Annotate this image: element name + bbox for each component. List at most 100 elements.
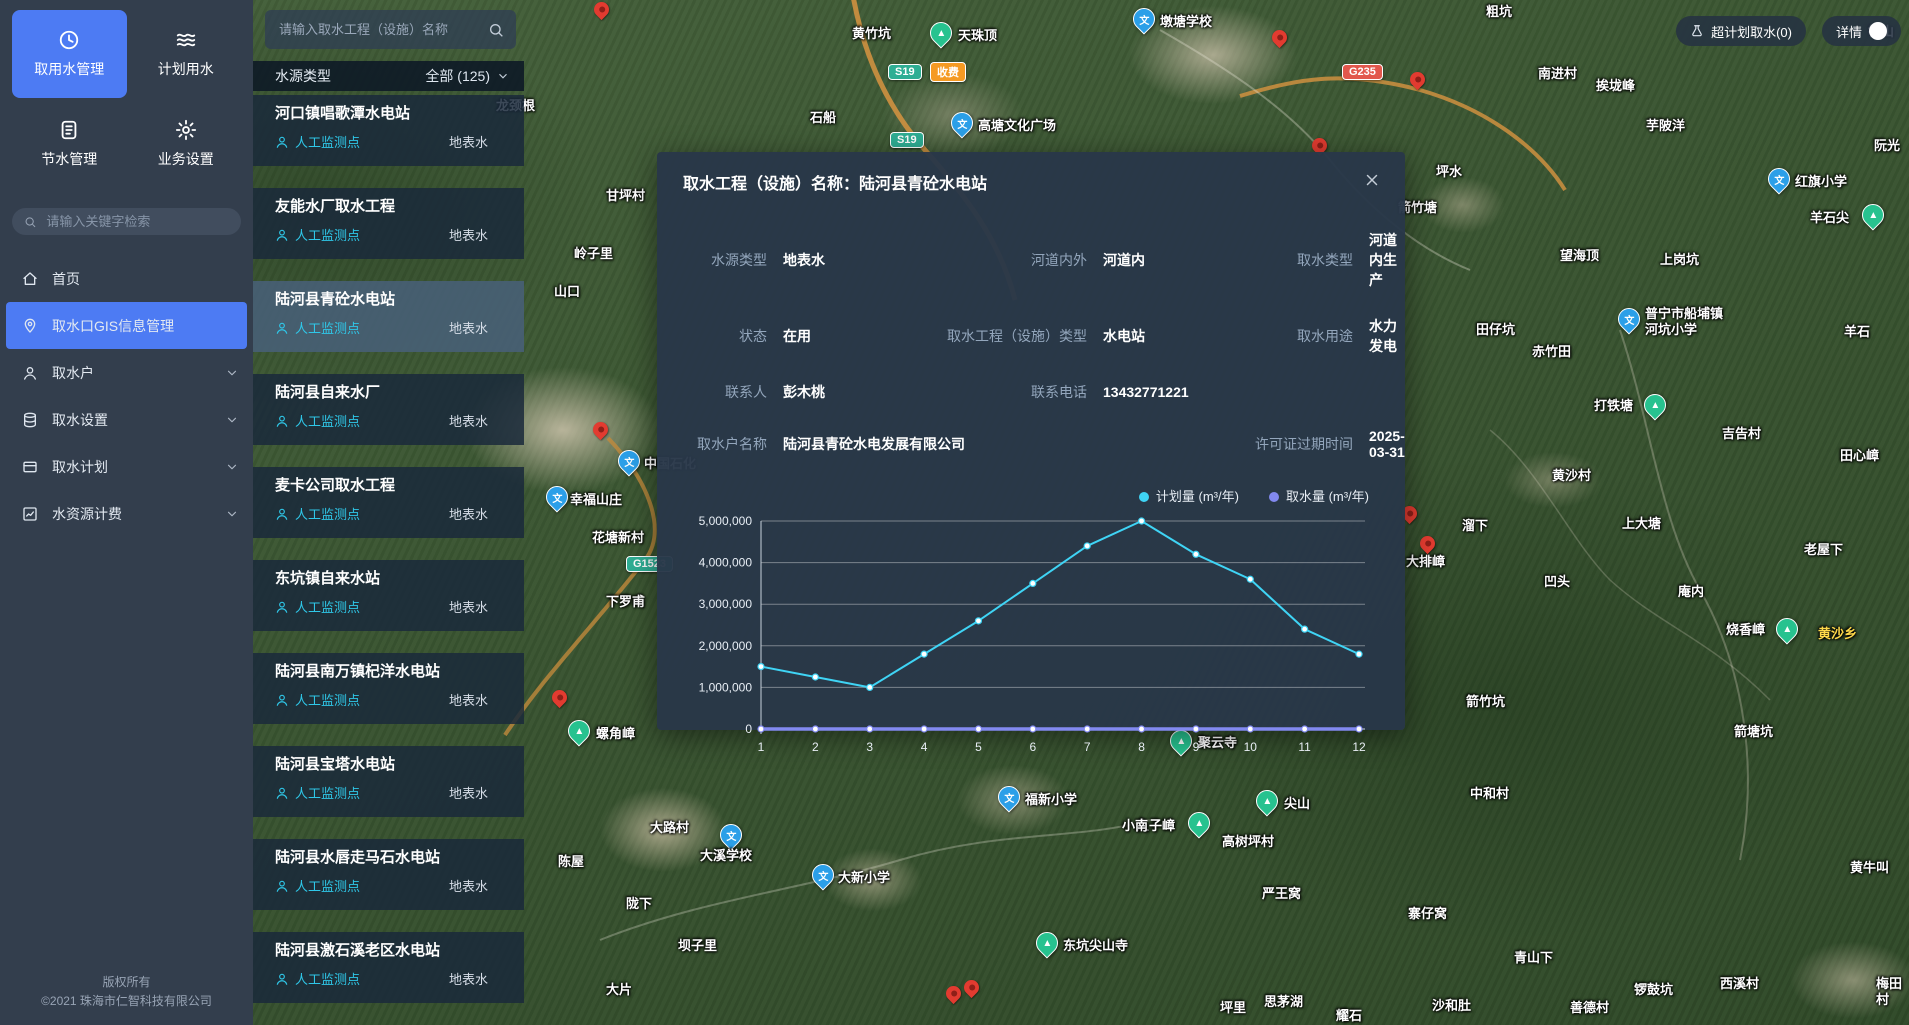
station-card[interactable]: 陆河县青砼水电站 人工监测点 地表水 bbox=[253, 281, 524, 352]
map-pin-red-icon[interactable] bbox=[549, 687, 570, 708]
chev-icon bbox=[225, 507, 239, 521]
user-icon bbox=[275, 414, 289, 428]
copyright: 版权所有 ©2021 珠海市仁智科技有限公司 bbox=[0, 973, 253, 1025]
user-icon bbox=[275, 972, 289, 986]
map-label: 大新小学 bbox=[838, 870, 890, 886]
map-marker-school-icon[interactable]: 文 bbox=[541, 481, 572, 512]
field-label: 取水户名称 bbox=[675, 434, 767, 454]
map-marker-scenic-icon[interactable]: ▲ bbox=[1183, 807, 1214, 838]
map-pin-red-icon[interactable] bbox=[591, 0, 612, 20]
user-icon bbox=[275, 321, 289, 335]
sidebar-item-取水计划[interactable]: 取水计划 bbox=[0, 443, 253, 490]
station-card[interactable]: 麦卡公司取水工程 人工监测点 地表水 bbox=[253, 467, 524, 538]
map-label: 大路村 bbox=[650, 820, 689, 836]
map-pin-red-icon[interactable] bbox=[1407, 69, 1428, 90]
map-marker-school-icon[interactable]: 文 bbox=[715, 819, 746, 850]
svg-text:4,000,000: 4,000,000 bbox=[699, 556, 753, 570]
over-plan-badge[interactable]: 超计划取水(0) bbox=[1676, 16, 1806, 46]
sidebar-item-首页[interactable]: 首页 bbox=[0, 255, 253, 302]
station-card[interactable]: 东坑镇自来水站 人工监测点 地表水 bbox=[253, 560, 524, 631]
water-source-type: 地表水 bbox=[449, 504, 488, 523]
sidebar-item-label: 取水口GIS信息管理 bbox=[52, 316, 239, 336]
map-label: 高塘文化广场 bbox=[978, 118, 1056, 134]
map-marker-scenic-icon[interactable]: ▲ bbox=[1031, 927, 1062, 958]
map-marker-scenic-icon[interactable]: ▲ bbox=[1639, 389, 1670, 420]
water-source-type: 地表水 bbox=[449, 318, 488, 337]
module-节水管理[interactable]: 节水管理 bbox=[12, 100, 127, 188]
modal-title: 取水工程（设施）名称：陆河县青砼水电站 bbox=[683, 170, 1363, 194]
close-icon[interactable] bbox=[1363, 171, 1385, 193]
road-badge: 收费 bbox=[930, 62, 966, 82]
monitor-type: 人工监测点 bbox=[295, 411, 449, 430]
detail-fields: 水源类型 地表水 河道内外 河道内 取水类型 河道内生产 状态 在用 取水工程（… bbox=[657, 204, 1405, 460]
module-业务设置[interactable]: 业务设置 bbox=[129, 100, 244, 188]
map-pin-red-icon[interactable] bbox=[943, 983, 964, 1004]
map-pin-red-icon[interactable] bbox=[961, 977, 982, 998]
field-value: 河道内 bbox=[1087, 250, 1225, 270]
station-card[interactable]: 陆河县宝塔水电站 人工监测点 地表水 bbox=[253, 746, 524, 817]
water-source-type: 地表水 bbox=[449, 690, 488, 709]
module-switcher: 取用水管理计划用水节水管理业务设置 bbox=[0, 0, 253, 194]
map-marker-school-icon[interactable]: 文 bbox=[1128, 3, 1159, 34]
field-label: 联系电话 bbox=[909, 382, 1087, 402]
map-label: 幸福山庄 bbox=[570, 492, 622, 508]
sidebar-item-取水设置[interactable]: 取水设置 bbox=[0, 396, 253, 443]
monitor-type: 人工监测点 bbox=[295, 504, 449, 523]
station-card[interactable]: 陆河县自来水厂 人工监测点 地表水 bbox=[253, 374, 524, 445]
map-pin-red-icon[interactable] bbox=[1269, 27, 1290, 48]
map-label: 田心嶂 bbox=[1840, 448, 1879, 464]
map-marker-scenic-icon[interactable]: ▲ bbox=[1251, 785, 1282, 816]
map-label: 阮光 bbox=[1874, 138, 1900, 154]
station-card[interactable]: 河口镇唱歌潭水电站 人工监测点 地表水 bbox=[253, 95, 524, 166]
map-label: 凹头 bbox=[1544, 574, 1570, 590]
legend-item[interactable]: 取水量 (m³/年) bbox=[1269, 486, 1369, 505]
sidebar-item-取水户[interactable]: 取水户 bbox=[0, 349, 253, 396]
map-pin-red-icon[interactable] bbox=[590, 419, 611, 440]
station-search[interactable] bbox=[265, 10, 516, 49]
station-name: 东坑镇自来水站 bbox=[275, 567, 524, 588]
module-label: 计划用水 bbox=[158, 59, 214, 79]
map-label: 箭塘坑 bbox=[1734, 724, 1773, 740]
sidebar-item-水资源计费[interactable]: 水资源计费 bbox=[0, 490, 253, 537]
map-label: 羊石尖 bbox=[1810, 210, 1849, 226]
map-label: 岭子里 bbox=[574, 246, 613, 262]
search-icon bbox=[24, 215, 36, 229]
map-label: 坝子里 bbox=[678, 938, 717, 954]
user-icon bbox=[275, 507, 289, 521]
station-detail-modal: 取水工程（设施）名称：陆河县青砼水电站 水源类型 地表水 河道内外 河道内 取水… bbox=[657, 152, 1405, 730]
station-search-input[interactable] bbox=[277, 21, 488, 38]
map-label: 打铁塘 bbox=[1594, 398, 1633, 414]
station-card[interactable]: 陆河县水唇走马石水电站 人工监测点 地表水 bbox=[253, 839, 524, 910]
map-marker-school-icon[interactable]: 文 bbox=[613, 445, 644, 476]
svg-text:2,000,000: 2,000,000 bbox=[699, 639, 753, 653]
sidebar-search-input[interactable] bbox=[44, 213, 229, 230]
map-label: 甘坪村 bbox=[606, 188, 645, 204]
station-card[interactable]: 友能水厂取水工程 人工监测点 地表水 bbox=[253, 188, 524, 259]
map-marker-school-icon[interactable]: 文 bbox=[993, 781, 1024, 812]
module-取用水管理[interactable]: 取用水管理 bbox=[12, 10, 127, 98]
legend-item[interactable]: 计划量 (m³/年) bbox=[1139, 486, 1239, 505]
map-label: 大排嶂 bbox=[1406, 554, 1445, 570]
map-marker-scenic-icon[interactable]: ▲ bbox=[1857, 199, 1888, 230]
map-label: 尖山 bbox=[1284, 796, 1310, 812]
map-marker-scenic-icon[interactable]: ▲ bbox=[925, 17, 956, 48]
map-marker-school-icon[interactable]: 文 bbox=[1613, 303, 1644, 334]
sidebar-item-取水口GIS信息管理[interactable]: 取水口GIS信息管理 bbox=[6, 302, 247, 349]
map-marker-scenic-icon[interactable]: ▲ bbox=[1771, 613, 1802, 644]
module-计划用水[interactable]: 计划用水 bbox=[129, 10, 244, 98]
sidebar: 取用水管理计划用水节水管理业务设置 首页取水口GIS信息管理取水户取水设置取水计… bbox=[0, 0, 253, 1025]
station-card[interactable]: 陆河县激石溪老区水电站 人工监测点 地表水 bbox=[253, 932, 524, 1003]
source-type-filter[interactable]: 水源类型 全部 (125) bbox=[253, 61, 524, 91]
map-marker-scenic-icon[interactable]: ▲ bbox=[563, 715, 594, 746]
detail-toggle[interactable]: 详情 bbox=[1822, 16, 1901, 46]
map-marker-school-icon[interactable]: 文 bbox=[807, 859, 838, 890]
map-label: 普宁市船埔镇 河坑小学 bbox=[1645, 306, 1723, 339]
map-marker-school-icon[interactable]: 文 bbox=[1763, 163, 1794, 194]
station-card[interactable]: 陆河县南万镇杞洋水电站 人工监测点 地表水 bbox=[253, 653, 524, 724]
field-value: 陆河县青砼水电发展有限公司 bbox=[767, 434, 1225, 454]
map-marker-school-icon[interactable]: 文 bbox=[946, 107, 977, 138]
station-name: 陆河县宝塔水电站 bbox=[275, 753, 524, 774]
sidebar-search[interactable] bbox=[12, 208, 241, 235]
toggle-knob[interactable] bbox=[1869, 22, 1887, 40]
map-pin-red-icon[interactable] bbox=[1417, 533, 1438, 554]
